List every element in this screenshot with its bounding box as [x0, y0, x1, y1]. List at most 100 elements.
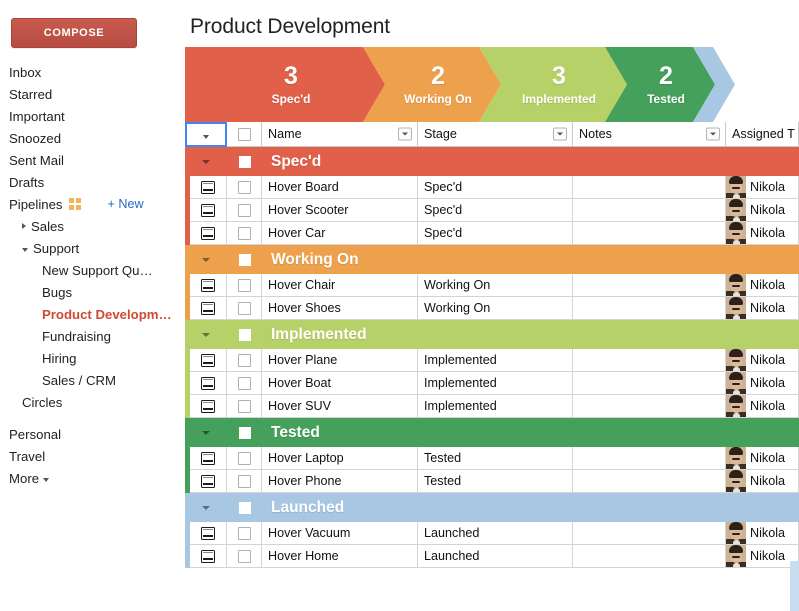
- cell-assigned-to[interactable]: Nikola: [726, 447, 799, 470]
- table-row[interactable]: Hover BoatImplementedNikola: [185, 372, 799, 395]
- cell-notes[interactable]: [573, 222, 726, 245]
- row-select-checkbox[interactable]: [238, 550, 251, 563]
- row-select-cell[interactable]: [227, 176, 262, 199]
- row-select-cell[interactable]: [227, 297, 262, 320]
- row-expand-cell[interactable]: [190, 372, 227, 395]
- cell-name[interactable]: Hover SUV: [262, 395, 418, 418]
- sidebar-item-drafts[interactable]: Drafts: [0, 171, 185, 193]
- row-expand-cell[interactable]: [190, 222, 227, 245]
- cell-assigned-to[interactable]: Nikola: [726, 545, 799, 568]
- cell-notes[interactable]: [573, 297, 726, 320]
- sidebar-item-circles[interactable]: Circles: [0, 391, 185, 413]
- card-icon[interactable]: [201, 400, 215, 413]
- cell-notes[interactable]: [573, 349, 726, 372]
- column-filter-name-button[interactable]: [398, 128, 412, 141]
- cell-assigned-to[interactable]: Nikola: [726, 349, 799, 372]
- sidebar-item-more[interactable]: More: [0, 467, 185, 489]
- table-row[interactable]: Hover PhoneTestedNikola: [185, 470, 799, 493]
- sidebar-item-starred[interactable]: Starred: [0, 83, 185, 105]
- row-select-checkbox[interactable]: [238, 227, 251, 240]
- cell-stage[interactable]: Implemented: [418, 349, 573, 372]
- column-header-notes[interactable]: Notes: [573, 122, 726, 147]
- cell-assigned-to[interactable]: Nikola: [726, 274, 799, 297]
- sidebar-item-inbox[interactable]: Inbox: [0, 61, 185, 83]
- group-select-checkbox[interactable]: [239, 427, 251, 439]
- table-row[interactable]: Hover VacuumLaunchedNikola: [185, 522, 799, 545]
- row-select-checkbox[interactable]: [238, 354, 251, 367]
- cell-stage[interactable]: Spec'd: [418, 176, 573, 199]
- cell-notes[interactable]: [573, 470, 726, 493]
- row-expand-cell[interactable]: [190, 199, 227, 222]
- group-select-checkbox[interactable]: [239, 502, 251, 514]
- table-row[interactable]: Hover ShoesWorking OnNikola: [185, 297, 799, 320]
- row-select-checkbox[interactable]: [238, 475, 251, 488]
- column-header-stage[interactable]: Stage: [418, 122, 573, 147]
- cell-name[interactable]: Hover Board: [262, 176, 418, 199]
- table-row[interactable]: Hover CarSpec'dNikola: [185, 222, 799, 245]
- card-icon[interactable]: [201, 550, 215, 563]
- row-expand-cell[interactable]: [190, 470, 227, 493]
- table-row[interactable]: Hover SUVImplementedNikola: [185, 395, 799, 418]
- cell-notes[interactable]: [573, 395, 726, 418]
- cell-name[interactable]: Hover Boat: [262, 372, 418, 395]
- cell-assigned-to[interactable]: Nikola: [726, 297, 799, 320]
- cell-name[interactable]: Hover Phone: [262, 470, 418, 493]
- sidebar-item-hiring[interactable]: Hiring: [0, 347, 185, 369]
- sidebar-item-support[interactable]: Support: [0, 237, 185, 259]
- vertical-scrollbar[interactable]: [790, 561, 799, 611]
- group-header-implemented[interactable]: Implemented: [185, 320, 799, 349]
- cell-stage[interactable]: Working On: [418, 274, 573, 297]
- row-select-cell[interactable]: [227, 522, 262, 545]
- cell-notes[interactable]: [573, 522, 726, 545]
- cell-assigned-to[interactable]: Nikola: [726, 470, 799, 493]
- card-icon[interactable]: [201, 279, 215, 292]
- row-expand-cell[interactable]: [190, 522, 227, 545]
- cell-name[interactable]: Hover Vacuum: [262, 522, 418, 545]
- cell-assigned-to[interactable]: Nikola: [726, 176, 799, 199]
- cell-notes[interactable]: [573, 372, 726, 395]
- cell-notes[interactable]: [573, 199, 726, 222]
- cell-stage[interactable]: Spec'd: [418, 222, 573, 245]
- group-header-tested[interactable]: Tested: [185, 418, 799, 447]
- row-select-checkbox[interactable]: [238, 204, 251, 217]
- group-header-spec-d[interactable]: Spec'd: [185, 147, 799, 176]
- cell-notes[interactable]: [573, 176, 726, 199]
- row-select-checkbox[interactable]: [238, 377, 251, 390]
- cell-assigned-to[interactable]: Nikola: [726, 522, 799, 545]
- new-pipeline-link[interactable]: + New: [108, 197, 144, 211]
- sidebar-item-bugs[interactable]: Bugs: [0, 281, 185, 303]
- table-row[interactable]: Hover LaptopTestedNikola: [185, 447, 799, 470]
- sidebar-item-travel[interactable]: Travel: [0, 445, 185, 467]
- compose-button[interactable]: COMPOSE: [11, 18, 137, 48]
- cell-name[interactable]: Hover Chair: [262, 274, 418, 297]
- row-select-cell[interactable]: [227, 447, 262, 470]
- row-select-cell[interactable]: [227, 222, 262, 245]
- sidebar-item-pipelines[interactable]: Pipelines + New: [0, 193, 185, 215]
- group-collapse-chevron-down-icon[interactable]: [185, 333, 227, 337]
- card-icon[interactable]: [201, 302, 215, 315]
- card-icon[interactable]: [201, 227, 215, 240]
- sidebar-item-snoozed[interactable]: Snoozed: [0, 127, 185, 149]
- cell-name[interactable]: Hover Laptop: [262, 447, 418, 470]
- cell-name[interactable]: Hover Scooter: [262, 199, 418, 222]
- column-header-checkbox[interactable]: [227, 122, 262, 147]
- select-all-checkbox[interactable]: [238, 128, 251, 141]
- cell-name[interactable]: Hover Plane: [262, 349, 418, 372]
- column-filter-stage-button[interactable]: [553, 128, 567, 141]
- cell-stage[interactable]: Spec'd: [418, 199, 573, 222]
- card-icon[interactable]: [201, 204, 215, 217]
- cell-assigned-to[interactable]: Nikola: [726, 372, 799, 395]
- table-row[interactable]: Hover ScooterSpec'dNikola: [185, 199, 799, 222]
- sidebar-item-fundraising[interactable]: Fundraising: [0, 325, 185, 347]
- table-row[interactable]: Hover HomeLaunchedNikola: [185, 545, 799, 568]
- card-icon[interactable]: [201, 377, 215, 390]
- table-row[interactable]: Hover BoardSpec'd Nikola: [185, 176, 799, 199]
- row-select-checkbox[interactable]: [238, 279, 251, 292]
- cell-assigned-to[interactable]: Nikola: [726, 395, 799, 418]
- column-header-rowmenu[interactable]: [185, 122, 227, 147]
- row-expand-cell[interactable]: [190, 447, 227, 470]
- cell-notes[interactable]: [573, 274, 726, 297]
- sidebar-item-important[interactable]: Important: [0, 105, 185, 127]
- sidebar-item-sent-mail[interactable]: Sent Mail: [0, 149, 185, 171]
- group-collapse-chevron-down-icon[interactable]: [185, 160, 227, 164]
